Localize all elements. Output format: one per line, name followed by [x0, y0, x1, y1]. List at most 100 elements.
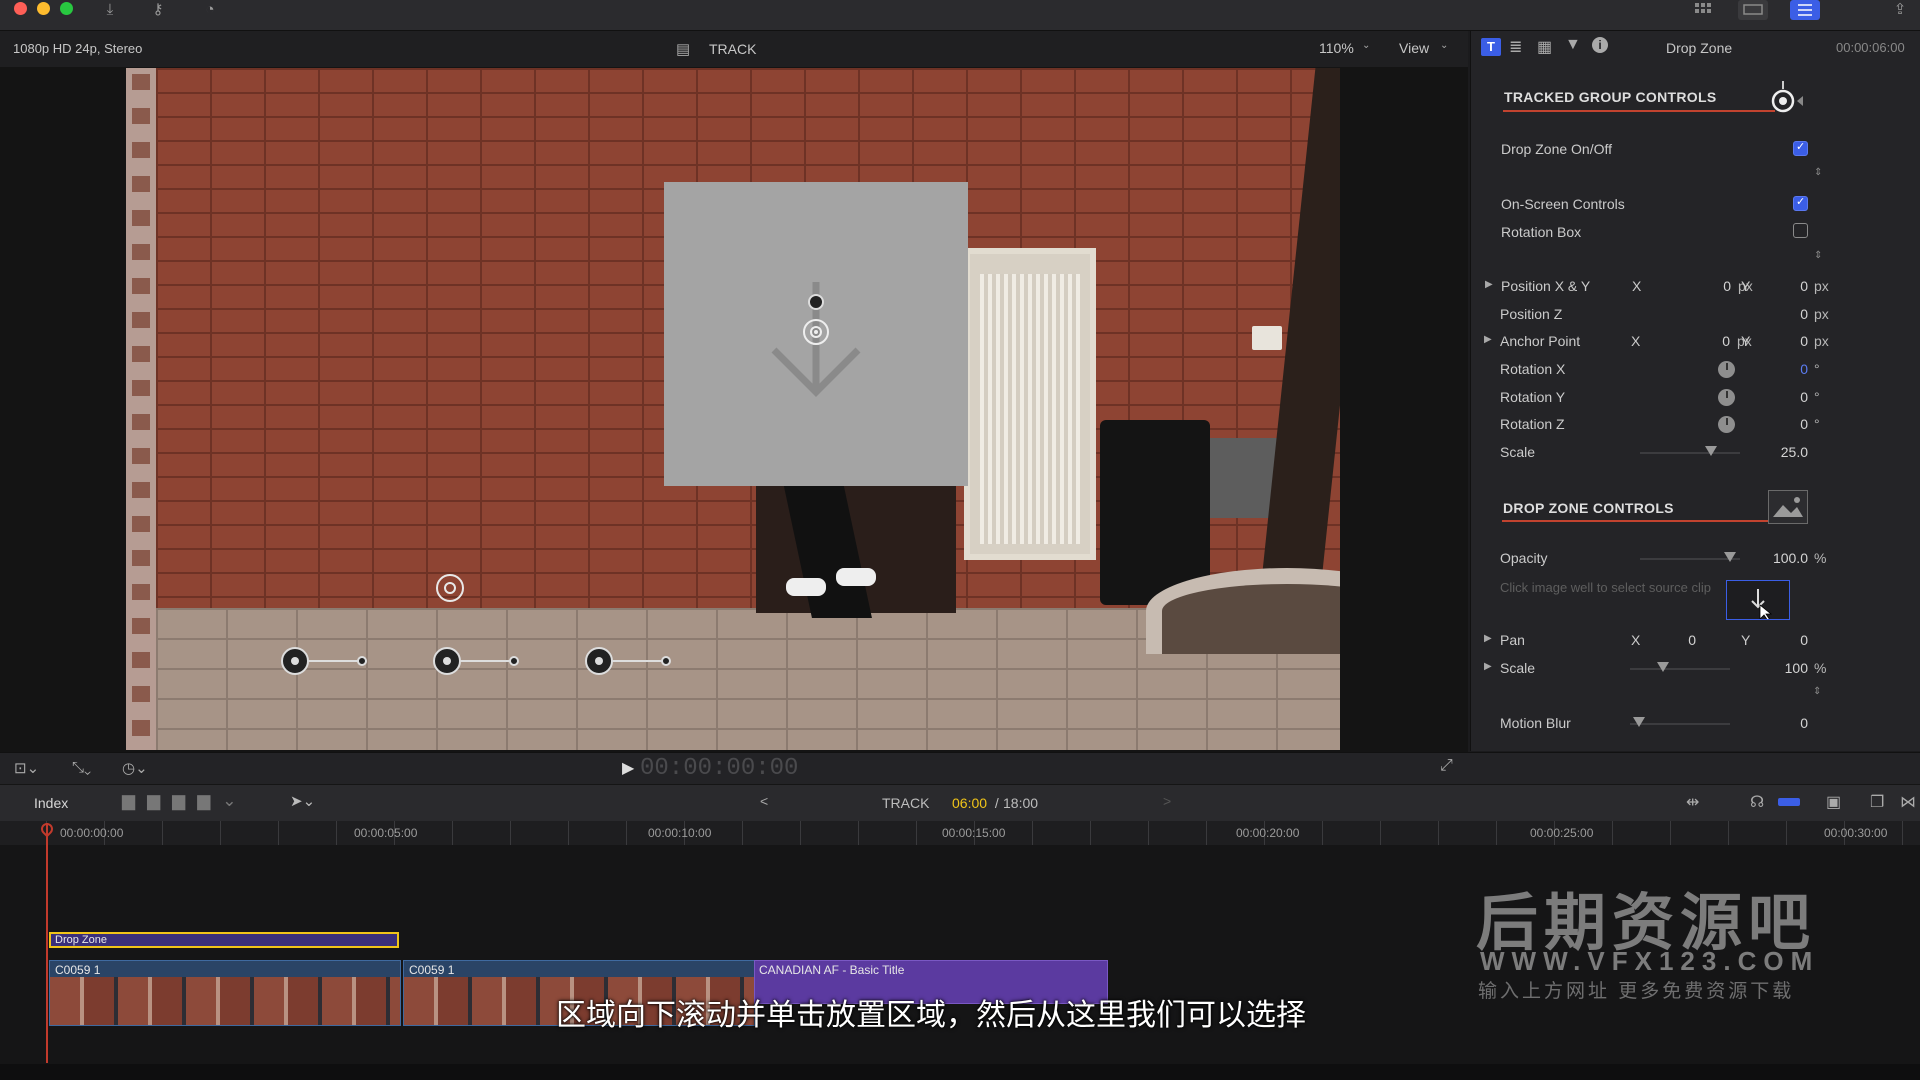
layout-icon[interactable]: [1738, 0, 1768, 20]
title-inspector-icon[interactable]: T: [1481, 38, 1501, 56]
sliders-icon[interactable]: [1790, 0, 1820, 20]
position-y-value[interactable]: 0: [1768, 278, 1808, 294]
rotation-box-checkbox[interactable]: [1793, 223, 1808, 238]
disclosure-triangle-icon[interactable]: ▶: [1484, 633, 1492, 644]
position-z-value[interactable]: 0: [1768, 306, 1808, 322]
drop-zone-on-off-checkbox[interactable]: [1793, 140, 1808, 156]
headphones-icon[interactable]: ☊: [1750, 792, 1764, 812]
playhead-timecode[interactable]: 00:00:00:00: [640, 755, 798, 782]
wall-sign: [1252, 326, 1282, 350]
on-screen-controls-label: On-Screen Controls: [1501, 196, 1625, 212]
playhead[interactable]: [46, 823, 48, 1063]
anchor-y-value[interactable]: 0: [1768, 333, 1808, 349]
anchor-x-value[interactable]: 0: [1680, 333, 1730, 349]
timeline-ruler[interactable]: 00:00:00:00 00:00:05:00 00:00:10:00 00:0…: [0, 821, 1920, 845]
rotation-z-handle[interactable]: [584, 646, 674, 676]
rotation-y-handle[interactable]: [432, 646, 522, 676]
rotation-x-label: Rotation X: [1500, 361, 1566, 377]
disclosure-triangle-icon[interactable]: ▶: [1485, 279, 1493, 290]
scale-label: Scale: [1500, 444, 1536, 460]
back-arrow-icon[interactable]: <: [760, 793, 768, 809]
index-button[interactable]: Index: [34, 795, 68, 811]
anchor-point-label: Anchor Point: [1500, 333, 1581, 349]
pan-y-value[interactable]: 0: [1768, 632, 1808, 648]
motion-blur-slider-track[interactable]: [1630, 723, 1730, 725]
motion-blur-value[interactable]: 0: [1758, 715, 1808, 731]
close-window-button[interactable]: [14, 2, 27, 15]
on-screen-controls-checkbox[interactable]: [1793, 195, 1808, 211]
rotation-y-value[interactable]: 0: [1768, 389, 1808, 405]
transform-icon[interactable]: ⤡⌄: [72, 759, 91, 776]
inspector-timecode: 00:00:06:00: [1836, 40, 1905, 55]
fullscreen-icon[interactable]: ⤢: [1440, 757, 1453, 775]
grid-icon[interactable]: [1688, 0, 1718, 20]
dz-scale-value[interactable]: 100: [1758, 660, 1808, 676]
speed-icon[interactable]: ◷⌄: [122, 759, 148, 777]
stepper-icon[interactable]: ⇕: [1814, 167, 1822, 178]
clip-appearance-icon[interactable]: ▣: [1826, 792, 1841, 812]
forward-arrow-icon[interactable]: >: [1163, 793, 1171, 809]
watermark-subtitle: 输入上方网址 更多免费资源下载: [1478, 981, 1795, 1002]
rotation-handle[interactable]: [804, 290, 828, 314]
text-inspector-icon[interactable]: ≣: [1509, 37, 1522, 57]
scale-slider-track[interactable]: [1640, 452, 1740, 454]
disclosure-triangle-icon[interactable]: ▶: [1484, 661, 1492, 672]
rotation-x-handle[interactable]: [280, 646, 370, 676]
key-icon[interactable]: ⚷: [146, 1, 170, 19]
pan-x-value[interactable]: 0: [1650, 632, 1696, 648]
play-icon[interactable]: ▶: [622, 758, 634, 778]
image-icon[interactable]: [1768, 490, 1808, 524]
minimize-window-button[interactable]: [37, 2, 50, 15]
ruler-label: 00:00:25:00: [1530, 826, 1594, 840]
scale-slider-thumb[interactable]: [1705, 446, 1717, 456]
video-frame[interactable]: [156, 68, 1340, 750]
rotation-z-dial[interactable]: [1718, 416, 1735, 433]
zoom-window-button[interactable]: [60, 2, 73, 15]
position-target-icon[interactable]: [800, 316, 832, 348]
motion-blur-slider-thumb[interactable]: [1633, 717, 1645, 727]
select-tool-icon[interactable]: ➤⌄: [290, 792, 315, 810]
rotation-x-value[interactable]: 0: [1768, 361, 1808, 377]
dz-scale-slider-thumb[interactable]: [1657, 662, 1669, 672]
shoe: [786, 578, 826, 596]
rotation-x-dial[interactable]: [1718, 361, 1735, 378]
zoom-menu[interactable]: 110%: [1319, 40, 1354, 56]
transitions-icon[interactable]: ⋈: [1900, 792, 1916, 812]
view-menu[interactable]: View: [1399, 40, 1429, 56]
building-window: [964, 248, 1096, 560]
disclosure-triangle-icon[interactable]: ▶: [1484, 334, 1492, 345]
film-icon[interactable]: ▦: [1537, 37, 1552, 57]
stepper-icon[interactable]: ⇕: [1813, 686, 1821, 697]
watermark-url: WWW.VFX123.COM: [1480, 946, 1820, 976]
edit-buttons-icon[interactable]: ▆▆▆▆⌄: [122, 791, 249, 811]
dz-scale-slider-track[interactable]: [1630, 668, 1730, 670]
snapping-icon[interactable]: [1778, 798, 1800, 806]
trash-bin: [1100, 420, 1210, 605]
skimming-icon[interactable]: ⇹: [1686, 792, 1699, 812]
share-icon[interactable]: ⇪: [1888, 1, 1912, 19]
opacity-slider-thumb[interactable]: [1724, 552, 1736, 562]
x-label: X: [1631, 333, 1641, 349]
y-label: Y: [1741, 278, 1751, 294]
info-icon[interactable]: i: [1592, 37, 1608, 53]
filter-icon[interactable]: ▼: [1565, 36, 1581, 54]
view-options-icon[interactable]: ⊡⌄: [14, 759, 39, 777]
download-icon[interactable]: ⤓: [98, 1, 122, 19]
scale-value[interactable]: 25.0: [1758, 444, 1808, 460]
inspector-title: Drop Zone: [1666, 40, 1733, 56]
video-clip[interactable]: C0059 1: [49, 960, 401, 1026]
opacity-value[interactable]: 100.0: [1758, 550, 1808, 566]
rotation-z-value[interactable]: 0: [1768, 416, 1808, 432]
circle-clock-icon[interactable]: ◔: [198, 1, 222, 19]
ruler-label: 00:00:10:00: [648, 826, 712, 840]
target-icon[interactable]: [1769, 79, 1809, 119]
image-well[interactable]: [1726, 580, 1790, 622]
position-x-value[interactable]: 0: [1681, 278, 1731, 294]
anchor-target-icon[interactable]: [434, 572, 466, 604]
drop-zone-clip[interactable]: Drop Zone: [49, 932, 399, 948]
dz-scale-label: Scale: [1500, 660, 1536, 676]
rotation-y-dial[interactable]: [1718, 389, 1735, 406]
y-label: Y: [1741, 333, 1751, 349]
effects-browser-icon[interactable]: ❐: [1870, 792, 1884, 812]
stepper-icon[interactable]: ⇕: [1814, 250, 1822, 261]
